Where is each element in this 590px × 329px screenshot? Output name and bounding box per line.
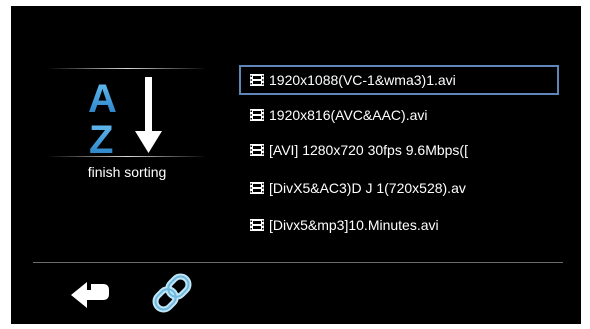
file-list-item[interactable]: [AVI] 1280x720 30fps 9.6Mbps([ [239,135,559,165]
divider-top [47,68,207,69]
film-icon [250,109,264,121]
divider-bottom [33,262,563,263]
media-browser-screen: A Z finish sorting 1920x1088(VC-1&wma3)1… [11,6,581,324]
file-name: 1920x816(AVC&AAC).avi [269,107,428,123]
return-arrow-icon[interactable] [69,278,111,312]
sort-letter-top: A [88,77,117,121]
sort-arrow-icon [135,77,162,153]
film-icon [250,182,264,194]
chain-link-icon[interactable] [149,270,195,316]
file-list-item[interactable]: 1920x1088(VC-1&wma3)1.avi [239,65,559,95]
file-list-item[interactable]: [DivX5&AC3)D J 1(720x528).av [239,173,559,203]
film-icon [250,144,264,156]
file-name: [AVI] 1280x720 30fps 9.6Mbps([ [269,142,468,158]
file-name: 1920x1088(VC-1&wma3)1.avi [269,72,456,88]
sort-status-label: finish sorting [87,164,167,180]
file-name: [Divx5&mp3]10.Minutes.avi [269,217,439,233]
sort-az-icon[interactable]: A Z [88,75,178,159]
file-list-item[interactable]: [Divx5&mp3]10.Minutes.avi [239,210,559,240]
file-name: [DivX5&AC3)D J 1(720x528).av [269,180,466,196]
film-icon [250,219,264,231]
file-list-item[interactable]: 1920x816(AVC&AAC).avi [239,100,559,130]
divider-middle [47,156,207,157]
sort-letter-bottom: Z [89,118,113,159]
film-icon [250,74,264,86]
